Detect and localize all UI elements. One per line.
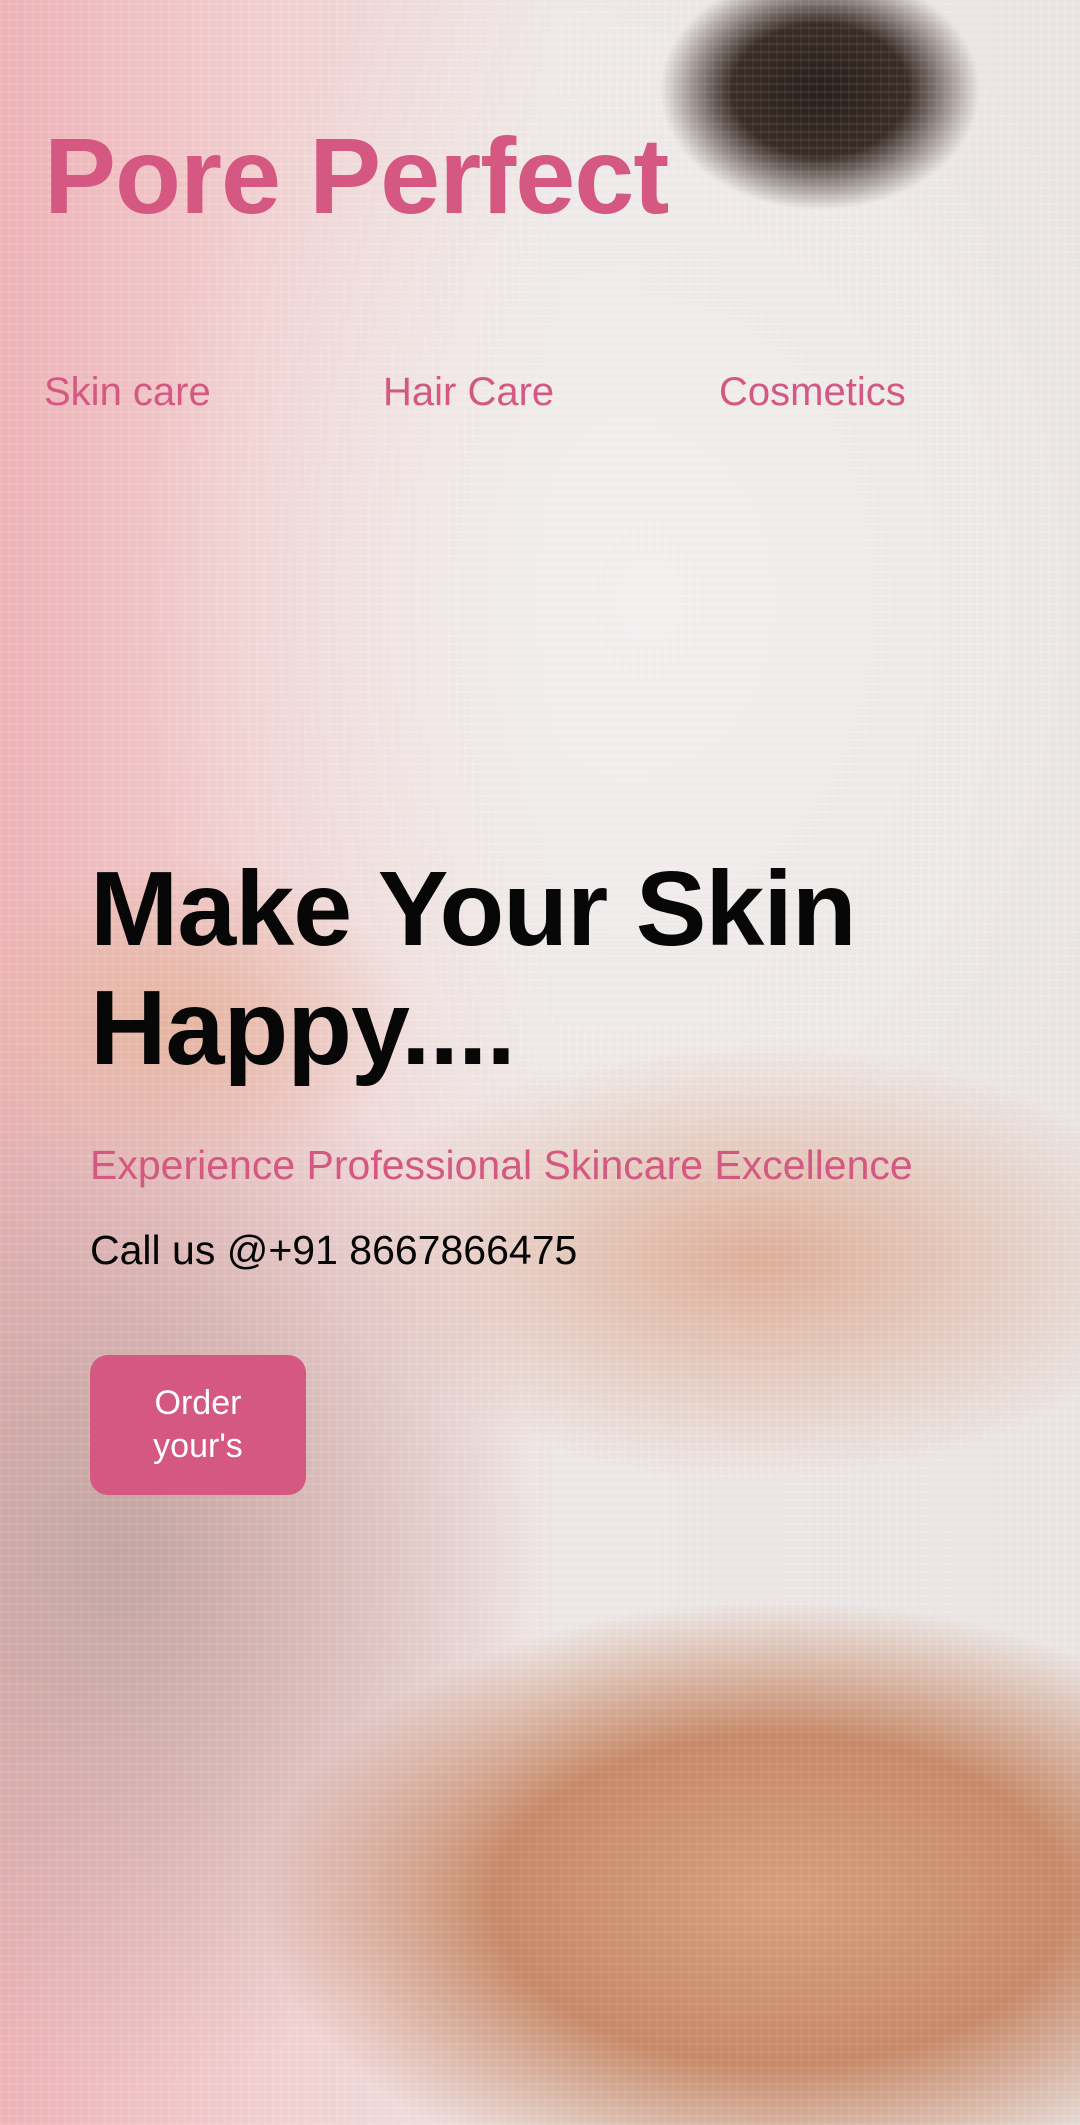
- hero-headline: Make Your Skin Happy....: [90, 850, 857, 1087]
- brand-title: Pore Perfect: [44, 115, 669, 236]
- landing-page: Pore Perfect Skin care Hair Care Cosmeti…: [0, 0, 1080, 2125]
- nav-cosmetics-link[interactable]: Cosmetics: [719, 372, 906, 412]
- nav-skin-care-link[interactable]: Skin care: [44, 372, 211, 412]
- main-navigation: Skin care Hair Care Cosmetics: [44, 372, 964, 422]
- nav-hair-care-link[interactable]: Hair Care: [383, 372, 554, 412]
- order-button[interactable]: Order your's: [90, 1355, 306, 1495]
- hero-subheadline: Experience Professional Skincare Excelle…: [90, 1142, 913, 1188]
- contact-phone-text: Call us @+91 8667866475: [90, 1227, 578, 1273]
